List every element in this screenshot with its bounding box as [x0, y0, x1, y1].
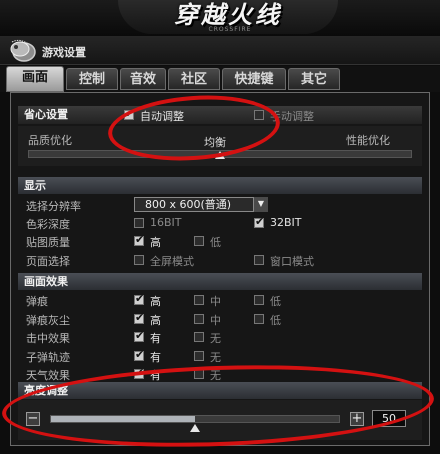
effect-option-label: 低: [270, 313, 281, 327]
texture-high-checkbox[interactable]: [134, 233, 144, 246]
tab-hotkeys[interactable]: 快捷键: [222, 68, 286, 90]
effect-option-label: 中: [210, 313, 221, 327]
color-32bit-checkbox[interactable]: [254, 215, 264, 228]
tab-community[interactable]: 社区: [168, 68, 220, 90]
effect-option-checkbox[interactable]: [134, 329, 144, 342]
effect-option-label: 高: [150, 295, 161, 308]
dogtag-icon: [10, 39, 36, 62]
effect-option-checkbox[interactable]: [134, 292, 144, 305]
game-logo-subtitle: CROSSFIRE: [208, 26, 252, 33]
texture-quality-label: 贴图质量: [26, 236, 70, 249]
window-mode-checkbox[interactable]: [254, 255, 264, 265]
effect-option-label: 低: [270, 295, 281, 308]
window-mode-label: 窗口模式: [270, 255, 314, 268]
resolution-select[interactable]: 800 x 600(普通): [134, 197, 254, 212]
texture-low-checkbox[interactable]: [194, 236, 204, 246]
effect-option-checkbox[interactable]: [254, 295, 264, 305]
effect-option-checkbox[interactable]: [134, 311, 144, 324]
effect-option-label: 无: [210, 350, 221, 364]
resolution-label: 选择分辨率: [26, 200, 81, 213]
effect-option-label: 中: [210, 295, 221, 308]
effect-option-checkbox[interactable]: [194, 313, 204, 324]
effect-option-checkbox[interactable]: [194, 295, 204, 305]
tab-other[interactable]: 其它: [288, 68, 340, 90]
effect-label: 弹痕灰尘: [26, 313, 70, 327]
fullscreen-label: 全屏模式: [150, 255, 194, 268]
effect-label: 子弹轨迹: [26, 350, 70, 364]
texture-low-label: 低: [210, 236, 221, 249]
effect-option-label: 有: [150, 350, 161, 364]
texture-high-label: 高: [150, 236, 161, 249]
effect-option-label: 高: [150, 313, 161, 327]
color-32bit-label: 32BIT: [270, 216, 302, 229]
page-mode-label: 页面选择: [26, 255, 70, 268]
color-16bit-checkbox[interactable]: [134, 218, 144, 228]
effect-label: 天气效果: [26, 369, 70, 382]
section-display: 显示: [18, 177, 422, 194]
window-title: 游戏设置: [42, 46, 86, 59]
tab-graphics[interactable]: 画面: [6, 66, 64, 92]
quality-right-label: 性能优化: [346, 134, 390, 147]
section-effects: 画面效果: [18, 273, 422, 290]
effect-label: 击中效果: [26, 332, 70, 345]
effect-option-label: 无: [210, 332, 221, 345]
color-16bit-label: 16BIT: [150, 216, 182, 229]
effect-option-checkbox[interactable]: [194, 350, 204, 361]
effect-option-label: 有: [150, 332, 161, 345]
fullscreen-checkbox[interactable]: [134, 255, 144, 265]
dropdown-arrow-icon[interactable]: ▼: [254, 197, 268, 212]
effect-option-checkbox[interactable]: [134, 348, 144, 361]
effect-option-checkbox[interactable]: [254, 313, 264, 324]
effect-option-checkbox[interactable]: [194, 332, 204, 342]
tab-sound[interactable]: 音效: [120, 68, 166, 90]
color-depth-label: 色彩深度: [26, 218, 70, 231]
tab-controls[interactable]: 控制: [66, 68, 118, 90]
quality-left-label: 品质优化: [28, 134, 72, 147]
effect-label: 弹痕: [26, 295, 48, 308]
